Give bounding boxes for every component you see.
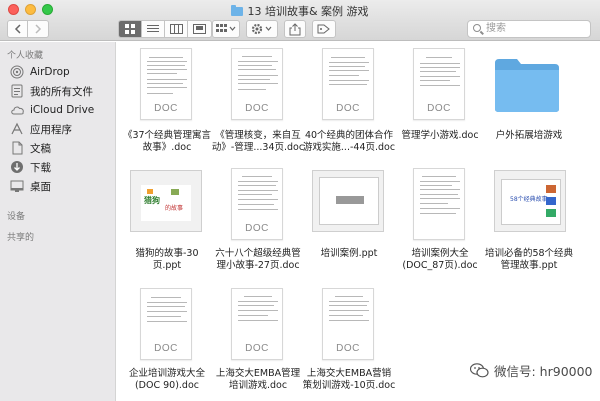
doc-thumbnail[interactable]: DOC [322, 288, 374, 360]
file-name[interactable]: 猎狗的故事-30 页.ppt [118, 248, 216, 272]
applications-icon [10, 122, 24, 136]
back-forward-group [7, 20, 49, 38]
wechat-watermark: 微信号: hr90000 [469, 361, 593, 380]
tags-button[interactable] [312, 20, 336, 38]
search-placeholder: 搜索 [486, 23, 506, 34]
finder-window: 13 培训故事& 案例 游戏 搜索 个人收藏 AirDrop 我的所有文件 iC… [0, 0, 600, 401]
icon-grid-icon [124, 23, 135, 34]
doc-thumbnail[interactable]: DOC [413, 48, 465, 120]
arrange-icon [216, 24, 236, 32]
tag-icon [317, 24, 330, 34]
sidebar-item-all-files[interactable]: 我的所有文件 [10, 82, 93, 100]
sidebar-item-documents[interactable]: 文稿 [10, 139, 51, 157]
doc-thumbnail[interactable] [413, 168, 465, 240]
desktop-icon [10, 179, 24, 193]
sidebar-item-label: iCloud Drive [30, 104, 95, 116]
window-title: 13 培训故事& 案例 游戏 [0, 3, 600, 19]
doc-type-label: DOC [336, 343, 360, 354]
toolbar: 搜索 [0, 19, 600, 41]
doc-type-label: DOC [245, 103, 269, 114]
search-icon [473, 24, 481, 32]
ppt-title-text: 猎狗 [144, 196, 160, 205]
sidebar-item-label: 文稿 [30, 142, 51, 155]
wechat-icon [469, 363, 489, 378]
doc-type-label: DOC [336, 103, 360, 114]
doc-type-label: DOC [245, 223, 269, 234]
icon-view-button[interactable] [119, 21, 142, 37]
ppt-thumbnail[interactable] [312, 170, 384, 232]
all-files-icon [10, 84, 24, 98]
search-input[interactable]: 搜索 [467, 20, 591, 38]
file-name[interactable]: 六十八个超级经典管 理小故事-27页.doc [209, 248, 307, 272]
folder-thumbnail[interactable] [493, 57, 561, 113]
doc-thumbnail[interactable]: DOC [140, 288, 192, 360]
action-button[interactable] [246, 20, 278, 38]
file-name[interactable]: 40个经典的团体合作 游戏实施...-44页.doc [300, 130, 398, 154]
file-name[interactable]: 户外拓展培游戏 [480, 130, 578, 142]
sidebar-item-label: 下载 [30, 161, 51, 174]
sidebar-item-applications[interactable]: 应用程序 [10, 120, 72, 138]
sidebar-item-label: AirDrop [30, 66, 70, 78]
folder-icon [495, 59, 559, 112]
ppt-thumbnail[interactable]: 58个经典故事 [494, 170, 566, 232]
list-icon [147, 25, 159, 32]
chevron-right-icon [35, 24, 42, 34]
doc-thumbnail[interactable]: DOC [231, 288, 283, 360]
sidebar-item-label: 桌面 [30, 180, 51, 193]
back-button[interactable] [8, 21, 28, 37]
file-name[interactable]: 培训案例.ppt [300, 248, 398, 260]
sidebar-item-downloads[interactable]: 下载 [10, 158, 51, 176]
airdrop-icon [10, 65, 24, 79]
forward-button[interactable] [28, 21, 48, 37]
doc-thumbnail[interactable]: DOC [322, 48, 374, 120]
chevron-left-icon [14, 24, 21, 34]
sidebar-header-favorites: 个人收藏 [7, 51, 44, 61]
gear-icon [251, 23, 272, 35]
sidebar-header-shared: 共享的 [7, 233, 35, 243]
doc-type-label: DOC [427, 103, 451, 114]
share-icon [289, 23, 301, 36]
coverflow-view-button[interactable] [188, 21, 211, 37]
arrange-button[interactable] [212, 20, 240, 38]
ppt-subtitle-text: 的故事 [165, 205, 184, 212]
sidebar: 个人收藏 AirDrop 我的所有文件 iCloud Drive 应用程序 文稿… [0, 42, 116, 401]
sidebar-item-label: 我的所有文件 [30, 85, 93, 98]
file-name[interactable]: 企业培训游戏大全 (DOC 90).doc [118, 368, 216, 392]
sidebar-item-icloud-drive[interactable]: iCloud Drive [10, 101, 94, 119]
sidebar-item-airdrop[interactable]: AirDrop [10, 63, 70, 81]
documents-icon [10, 141, 24, 155]
file-name[interactable]: 《管理核变，来自互 动》-管理...34页.doc [209, 130, 307, 154]
columns-icon [169, 24, 183, 34]
doc-type-label: DOC [154, 343, 178, 354]
sidebar-header-devices: 设备 [7, 212, 26, 222]
file-name[interactable]: 上海交大EMBA营销 策划训游戏-10页.doc [300, 368, 398, 392]
file-name[interactable]: 培训必备的58个经典 管理故事.ppt [480, 248, 578, 272]
doc-thumbnail[interactable]: DOC [231, 168, 283, 240]
downloads-icon [10, 160, 24, 174]
doc-type-label: DOC [154, 103, 178, 114]
watermark-text: 微信号: hr90000 [494, 364, 593, 379]
file-name[interactable]: 上海交大EMBA管理 培训游戏.doc [209, 368, 307, 392]
sidebar-item-label: 应用程序 [30, 123, 72, 136]
view-mode-group [118, 20, 212, 38]
doc-thumbnail[interactable]: DOC [140, 48, 192, 120]
coverflow-icon [193, 24, 206, 34]
folder-icon [231, 5, 244, 16]
doc-thumbnail[interactable]: DOC [231, 48, 283, 120]
column-view-button[interactable] [165, 21, 188, 37]
cloud-icon [10, 103, 24, 117]
title-bar: 13 培训故事& 案例 游戏 [0, 0, 600, 19]
ppt-title-text: 58个经典故事 [510, 196, 548, 203]
file-name[interactable]: 管理学小游戏.doc [391, 130, 489, 142]
window-title-text: 13 培训故事& 案例 游戏 [247, 5, 369, 18]
ppt-thumbnail[interactable]: 猎狗 的故事 [130, 170, 202, 232]
sidebar-item-desktop[interactable]: 桌面 [10, 177, 51, 195]
list-view-button[interactable] [142, 21, 165, 37]
share-button[interactable] [284, 20, 306, 38]
file-name[interactable]: 《37个经典管理寓言 故事》.doc [118, 130, 216, 154]
file-name[interactable]: 培训案例大全 (DOC_87页).doc [391, 248, 489, 272]
doc-type-label: DOC [245, 343, 269, 354]
